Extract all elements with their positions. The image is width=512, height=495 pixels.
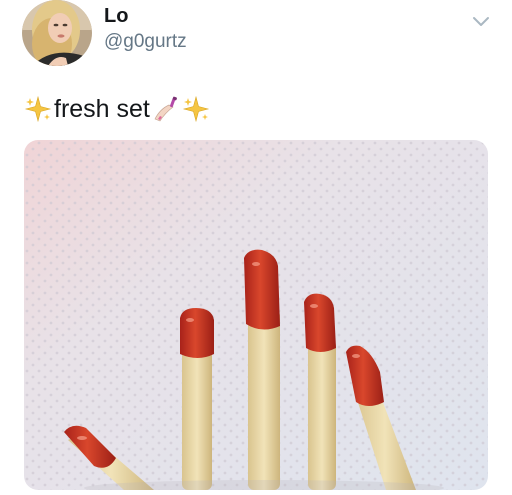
fry-index: [304, 293, 336, 490]
sparkles-icon: [24, 95, 52, 123]
fry-middle: [244, 249, 280, 490]
sparkles-icon: [182, 95, 210, 123]
user-handle[interactable]: @g0gurtz: [104, 30, 187, 54]
chevron-down-icon[interactable]: [470, 10, 492, 32]
avatar[interactable]: [22, 0, 92, 66]
tweet-media-photo[interactable]: [24, 140, 488, 490]
display-name[interactable]: Lo: [104, 4, 128, 28]
tweet: Lo @g0gurtz fresh set: [0, 0, 512, 495]
nail-polish-icon: [152, 95, 180, 123]
fry-ring: [180, 308, 214, 490]
tweet-text: fresh set: [24, 92, 210, 126]
tweet-text-content: fresh set: [54, 95, 150, 123]
